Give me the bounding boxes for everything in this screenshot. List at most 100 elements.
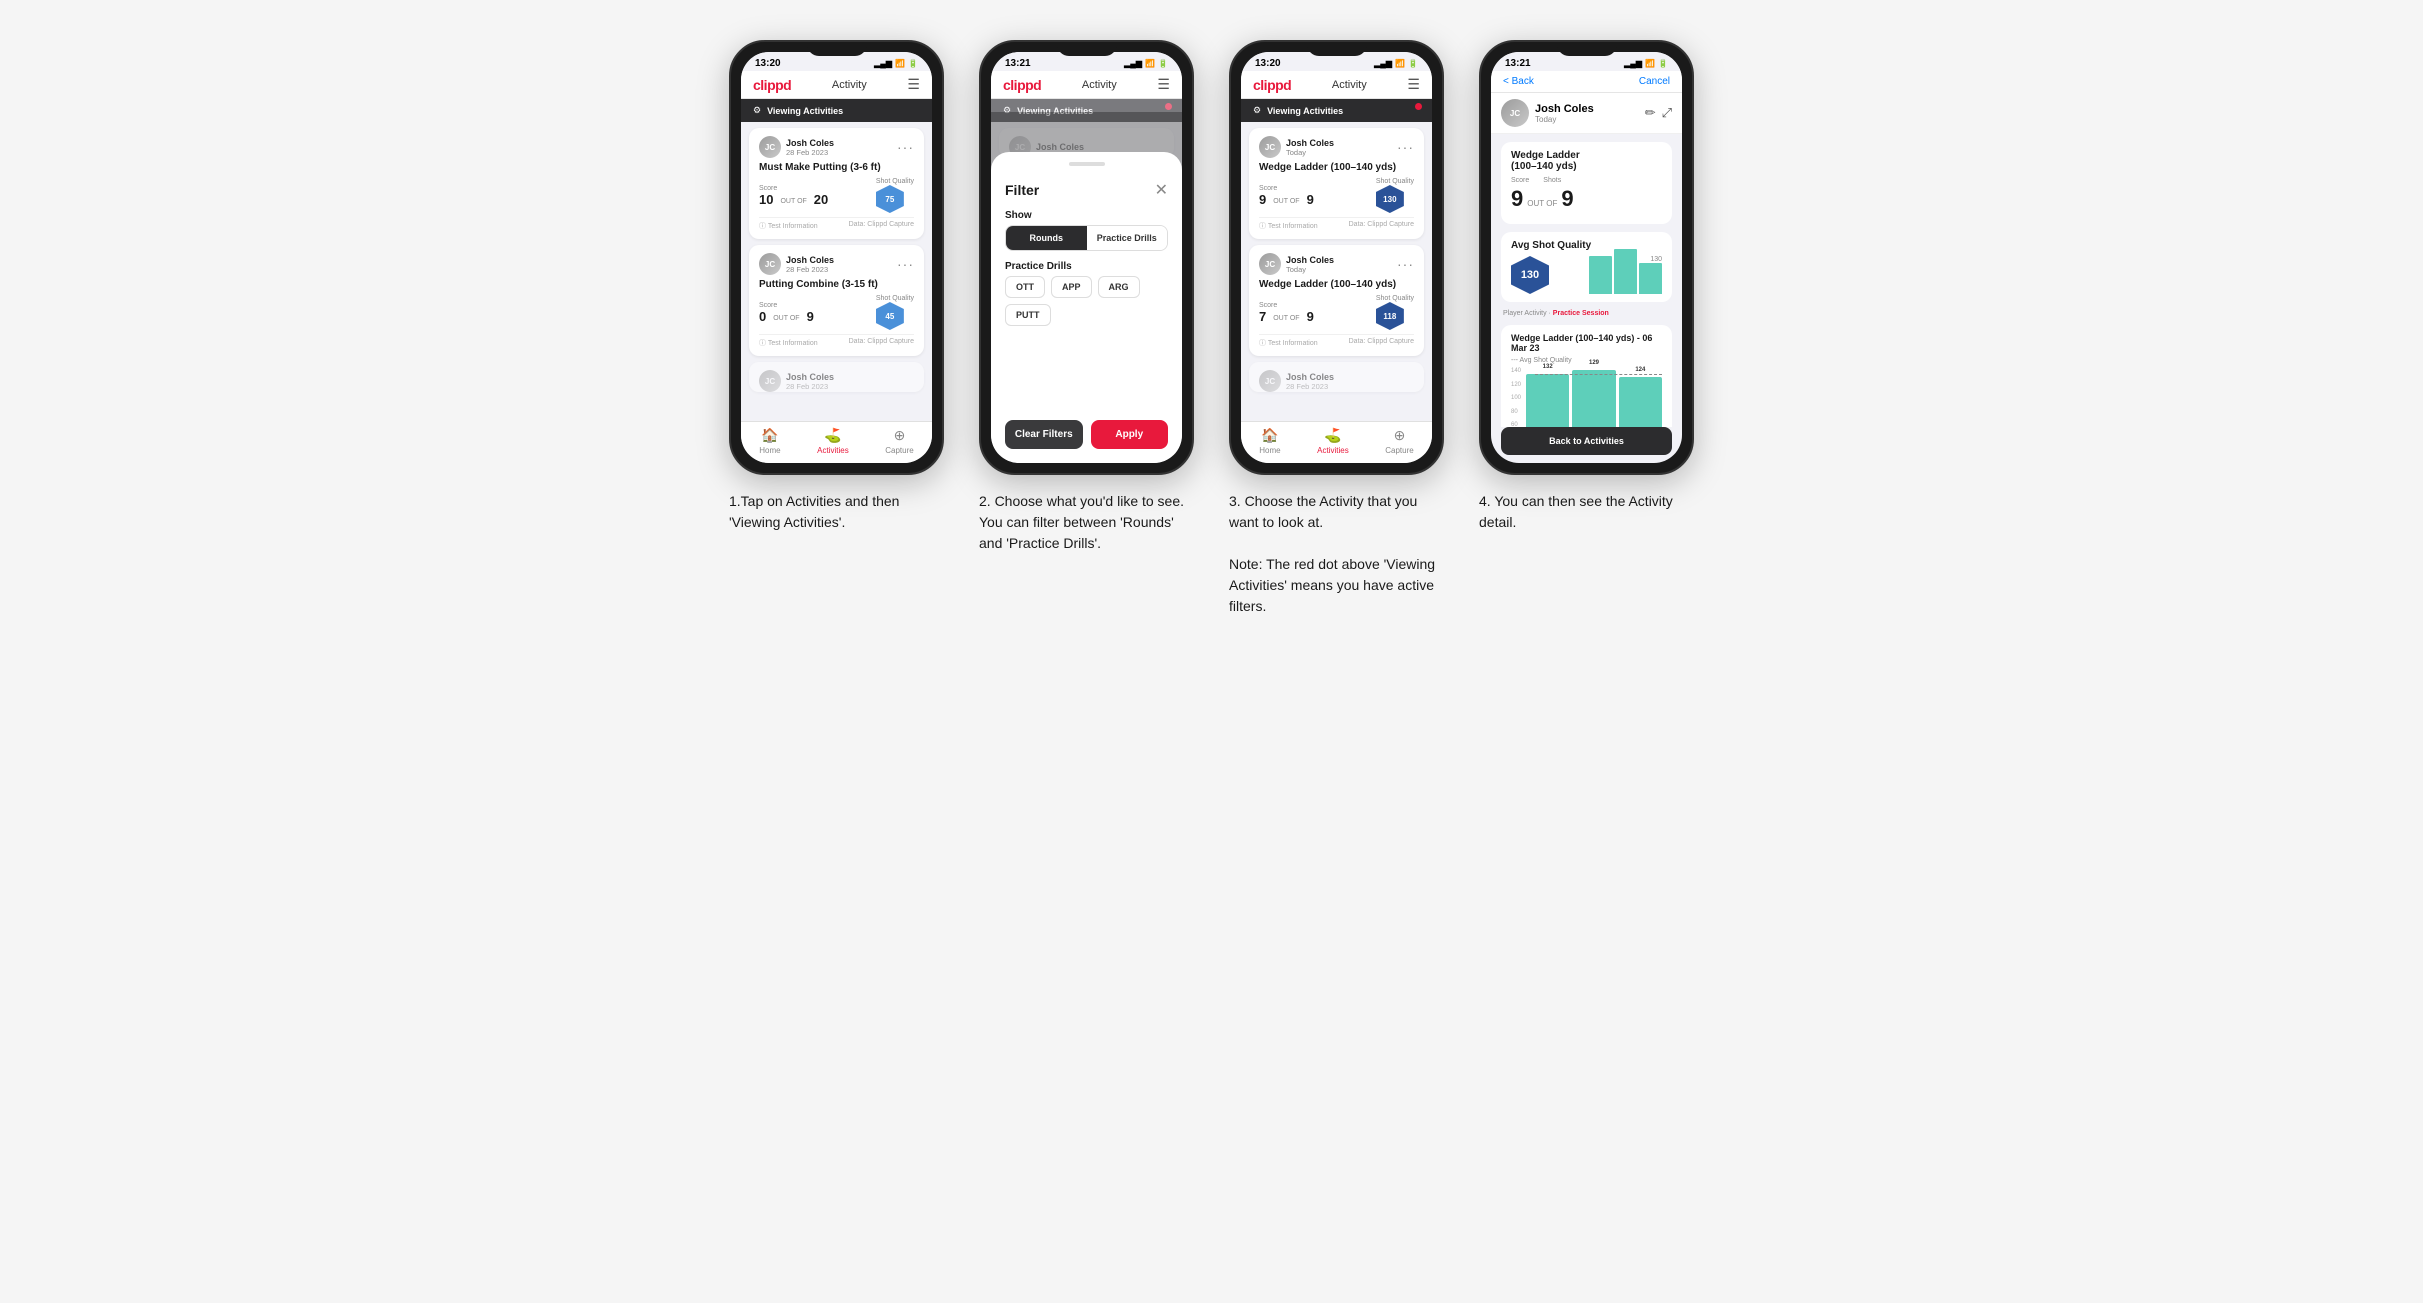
activities-icon-1: ⛳ — [824, 427, 841, 444]
banner-text-1: Viewing Activities — [767, 106, 843, 116]
activity-card-3a[interactable]: JC Josh Coles Today ··· Wedge Ladder (10… — [1249, 128, 1424, 239]
card-title-2: Putting Combine (3-15 ft) — [759, 279, 914, 290]
status-time-1: 13:20 — [755, 58, 781, 69]
status-icons-1: ▂▄▆ 📶 🔋 — [874, 59, 918, 68]
signal-icon-3: ▂▄▆ — [1374, 59, 1392, 68]
red-dot-2 — [1165, 103, 1172, 110]
card-user-2: JC Josh Coles 28 Feb 2023 — [759, 253, 834, 275]
sq-badge-2: 45 — [876, 302, 904, 330]
battery-icon-3: 🔋 — [1408, 59, 1418, 68]
rounds-toggle[interactable]: Rounds — [1006, 226, 1087, 250]
phone-4-screen: 13:21 ▂▄▆ 📶 🔋 < Back Cancel JC — [1491, 52, 1682, 463]
phone-1-screen: 13:20 ▂▄▆ 📶 🔋 clippd Activity ☰ ⚙ Vi — [741, 52, 932, 463]
activity-card-3b[interactable]: JC Josh Coles Today ··· Wedge Ladder (10… — [1249, 245, 1424, 356]
detail-action-icons: ✏ ⤢ — [1645, 105, 1672, 121]
battery-icon-4: 🔋 — [1658, 59, 1668, 68]
footer-left-1: ⓘ Test Information — [759, 221, 818, 231]
drill-tag-arg[interactable]: ARG — [1098, 276, 1140, 298]
drill-chart-sub: --- Avg Shot Quality — [1511, 357, 1662, 364]
caption-1: 1.Tap on Activities and then 'Viewing Ac… — [729, 491, 944, 533]
user-date-2: 28 Feb 2023 — [786, 265, 834, 274]
tab-activities-3[interactable]: ⛳ Activities — [1317, 427, 1349, 455]
avg-sq-card: Avg Shot Quality 130 130 100 — [1501, 232, 1672, 302]
filter-modal: Filter ✕ Show Rounds Practice Drills Pra… — [991, 152, 1182, 463]
apply-btn[interactable]: Apply — [1091, 420, 1169, 449]
logo-1: clippd — [753, 77, 791, 93]
sq-badge-3a: 130 — [1376, 185, 1404, 213]
clear-filters-btn[interactable]: Clear Filters — [1005, 420, 1083, 449]
menu-icon-1[interactable]: ☰ — [907, 76, 920, 93]
drill-chart-title: Wedge Ladder (100–140 yds) - 06 Mar 23 — [1511, 333, 1662, 353]
detail-content: Wedge Ladder(100–140 yds) Score Shots 9 … — [1491, 134, 1682, 427]
wifi-icon: 📶 — [895, 59, 905, 68]
logo-2: clippd — [1003, 77, 1041, 93]
header-title-3: Activity — [1332, 79, 1367, 91]
avatar-2: JC — [759, 253, 781, 275]
detail-score-val: 9 — [1511, 186, 1523, 212]
more-dots-3b[interactable]: ··· — [1397, 256, 1414, 272]
more-dots-2[interactable]: ··· — [897, 256, 914, 272]
phone-2-column: 13:21 ▂▄▆ 📶 🔋 clippd Activity ☰ ⚙ Vi — [977, 40, 1197, 554]
wifi-icon-3: 📶 — [1395, 59, 1405, 68]
tab-capture-1[interactable]: ⊕ Capture — [885, 427, 913, 455]
viewing-banner-3[interactable]: ⚙ Viewing Activities — [1241, 99, 1432, 122]
shots-val-1: 20 — [814, 192, 828, 207]
more-dots-1[interactable]: ··· — [897, 139, 914, 155]
back-to-activities-btn[interactable]: Back to Activities — [1501, 427, 1672, 455]
filter-actions: Clear Filters Apply — [1005, 420, 1168, 449]
detail-header: < Back Cancel — [1491, 71, 1682, 93]
expand-icon[interactable]: ⤢ — [1662, 105, 1672, 121]
user-name-2: Josh Coles — [786, 255, 834, 265]
filter-handle — [1069, 162, 1105, 166]
score-label-d: Score — [1511, 177, 1529, 184]
app-header-1: clippd Activity ☰ — [741, 71, 932, 99]
status-icons-4: ▂▄▆ 📶 🔋 — [1624, 59, 1668, 68]
more-dots-3a[interactable]: ··· — [1397, 139, 1414, 155]
settings-icon-1: ⚙ — [753, 105, 761, 116]
filter-close-btn[interactable]: ✕ — [1155, 180, 1168, 200]
tab-home-3[interactable]: 🏠 Home — [1259, 427, 1280, 455]
edit-icon[interactable]: ✏ — [1645, 105, 1656, 121]
logo-3: clippd — [1253, 77, 1291, 93]
footer-right-1: Data: Clippd Capture — [849, 221, 914, 231]
detail-user-date: Today — [1535, 115, 1594, 124]
activity-card-1[interactable]: JC Josh Coles 28 Feb 2023 ··· Must Make … — [749, 128, 924, 239]
activity-card-3c[interactable]: JC Josh Coles 28 Feb 2023 — [1249, 362, 1424, 392]
drill-tag-app[interactable]: APP — [1051, 276, 1092, 298]
red-dot-3 — [1415, 103, 1422, 110]
tab-capture-3[interactable]: ⊕ Capture — [1385, 427, 1413, 455]
drills-toggle[interactable]: Practice Drills — [1087, 226, 1168, 250]
tab-home-1[interactable]: 🏠 Home — [759, 427, 780, 455]
session-info: Player Activity · Practice Session — [1501, 310, 1672, 317]
tab-activities-1[interactable]: ⛳ Activities — [817, 427, 849, 455]
tab-bar-3: 🏠 Home ⛳ Activities ⊕ Capture — [1241, 421, 1432, 463]
score-val-1: 10 — [759, 192, 773, 207]
phone-2-screen: 13:21 ▂▄▆ 📶 🔋 clippd Activity ☰ ⚙ Vi — [991, 52, 1182, 463]
battery-icon-2: 🔋 — [1158, 59, 1168, 68]
cancel-btn[interactable]: Cancel — [1639, 76, 1670, 87]
back-btn[interactable]: < Back — [1503, 76, 1534, 87]
outof-1: OUT OF — [780, 198, 806, 207]
card-title-1: Must Make Putting (3-6 ft) — [759, 162, 914, 173]
card-user-1: JC Josh Coles 28 Feb 2023 — [759, 136, 834, 158]
sq-badge-3b: 118 — [1376, 302, 1404, 330]
activity-card-2[interactable]: JC Josh Coles 28 Feb 2023 ··· Putting Co… — [749, 245, 924, 356]
caption-4: 4. You can then see the Activity detail. — [1479, 491, 1694, 533]
phone-notch-3 — [1307, 42, 1367, 56]
caption-3: 3. Choose the Activity that you want to … — [1229, 491, 1444, 617]
filter-header: Filter ✕ — [1005, 180, 1168, 200]
tab-bar-1: 🏠 Home ⛳ Activities ⊕ Capture — [741, 421, 932, 463]
activity-card-3[interactable]: JC Josh Coles 28 Feb 2023 — [749, 362, 924, 392]
sq-hexagon-large: 130 — [1511, 256, 1549, 294]
status-icons-2: ▂▄▆ 📶 🔋 — [1124, 59, 1168, 68]
menu-icon-3[interactable]: ☰ — [1407, 76, 1420, 93]
phone-1-column: 13:20 ▂▄▆ 📶 🔋 clippd Activity ☰ ⚙ Vi — [727, 40, 947, 533]
viewing-banner-1[interactable]: ⚙ Viewing Activities — [741, 99, 932, 122]
status-time-4: 13:21 — [1505, 58, 1531, 69]
drill-tags-row: OTT APP ARG PUTT — [1005, 276, 1168, 326]
filter-title: Filter — [1005, 182, 1039, 198]
capture-icon-1: ⊕ — [894, 427, 906, 444]
drill-tag-putt[interactable]: PUTT — [1005, 304, 1051, 326]
drill-tag-ott[interactable]: OTT — [1005, 276, 1045, 298]
menu-icon-2[interactable]: ☰ — [1157, 76, 1170, 93]
